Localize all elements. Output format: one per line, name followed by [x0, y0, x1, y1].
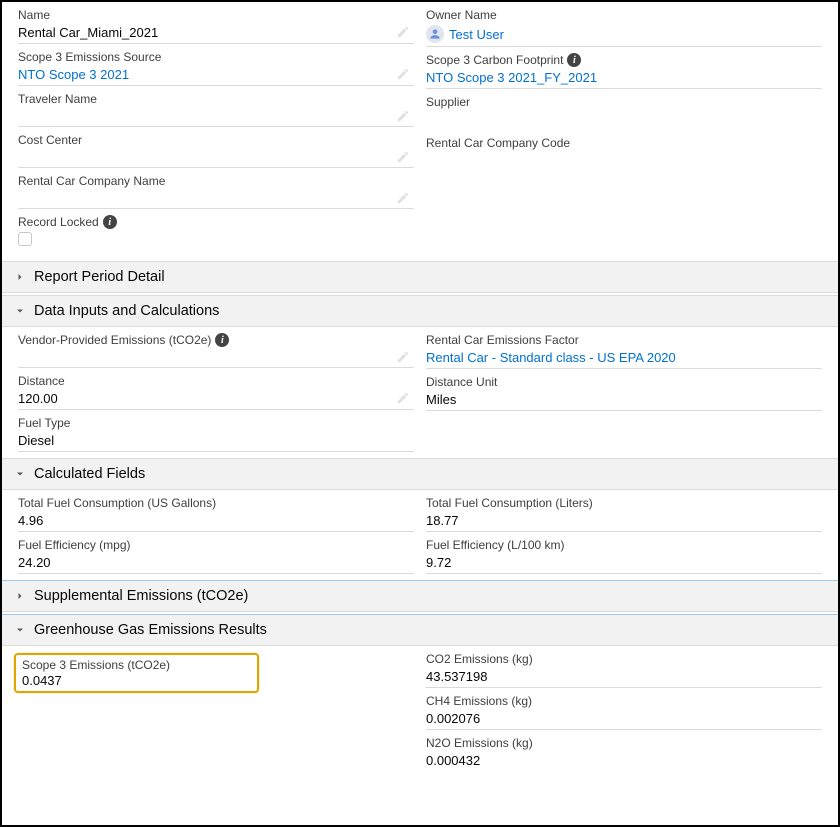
scope3-emissions-value: 0.0437	[22, 673, 251, 688]
field-fuel-type: Fuel Type Diesel	[18, 414, 414, 452]
field-record-locked: Record Locked i	[18, 213, 414, 255]
info-icon[interactable]: i	[103, 215, 117, 229]
vendor-emissions-label: Vendor-Provided Emissions (tCO2e) i	[18, 331, 414, 348]
scope3-emissions-label: Scope 3 Emissions (tCO2e)	[22, 658, 251, 673]
distance-value[interactable]: 120.00	[18, 389, 414, 410]
info-icon[interactable]: i	[215, 333, 229, 347]
edit-icon[interactable]	[396, 67, 410, 81]
field-company-name: Rental Car Company Name	[18, 172, 414, 209]
section-title: Data Inputs and Calculations	[34, 303, 219, 319]
scope3-source-label: Scope 3 Emissions Source	[18, 48, 414, 65]
avatar-icon	[426, 25, 444, 43]
field-n2o-emissions: N2O Emissions (kg) 0.000432	[426, 734, 822, 771]
company-code-label: Rental Car Company Code	[426, 134, 822, 151]
record-locked-label: Record Locked i	[18, 213, 414, 230]
fuel-liters-value: 18.77	[426, 511, 822, 532]
section-data-inputs[interactable]: Data Inputs and Calculations	[2, 295, 838, 327]
company-name-value[interactable]	[18, 189, 414, 209]
name-label: Name	[18, 6, 414, 23]
fuel-mpg-label: Fuel Efficiency (mpg)	[18, 536, 414, 553]
cost-center-label: Cost Center	[18, 131, 414, 148]
field-owner: Owner Name Test User	[426, 6, 822, 47]
section-report-period[interactable]: Report Period Detail	[2, 261, 838, 293]
scope3-source-value[interactable]: NTO Scope 3 2021	[18, 65, 414, 86]
record-locked-checkbox[interactable]	[18, 232, 32, 246]
field-ch4-emissions: CH4 Emissions (kg) 0.002076	[426, 692, 822, 730]
chevron-down-icon	[14, 305, 26, 317]
ch4-emissions-value: 0.002076	[426, 709, 822, 730]
edit-icon[interactable]	[396, 25, 410, 39]
section-title: Greenhouse Gas Emissions Results	[34, 622, 267, 638]
distance-unit-label: Distance Unit	[426, 373, 822, 390]
fuel-l100-label: Fuel Efficiency (L/100 km)	[426, 536, 822, 553]
field-supplier: Supplier	[426, 93, 822, 130]
traveler-label: Traveler Name	[18, 90, 414, 107]
section-title: Supplemental Emissions (tCO2e)	[34, 588, 248, 604]
fuel-mpg-value: 24.20	[18, 553, 414, 574]
chevron-right-icon	[14, 271, 26, 283]
emissions-factor-label: Rental Car Emissions Factor	[426, 331, 822, 348]
owner-label: Owner Name	[426, 6, 822, 23]
co2-emissions-label: CO2 Emissions (kg)	[426, 650, 822, 667]
fuel-liters-label: Total Fuel Consumption (Liters)	[426, 494, 822, 511]
fuel-gallons-value: 4.96	[18, 511, 414, 532]
field-emissions-factor: Rental Car Emissions Factor Rental Car -…	[426, 331, 822, 369]
co2-emissions-value: 43.537198	[426, 667, 822, 688]
field-distance-unit: Distance Unit Miles	[426, 373, 822, 411]
edit-icon[interactable]	[396, 150, 410, 164]
fuel-gallons-label: Total Fuel Consumption (US Gallons)	[18, 494, 414, 511]
field-scope3-fp: Scope 3 Carbon Footprint i NTO Scope 3 2…	[426, 51, 822, 89]
supplier-value[interactable]	[426, 110, 822, 130]
scope3-fp-value[interactable]: NTO Scope 3 2021_FY_2021	[426, 68, 822, 89]
edit-icon[interactable]	[396, 391, 410, 405]
supplier-label: Supplier	[426, 93, 822, 110]
vendor-emissions-value[interactable]	[18, 348, 414, 368]
field-company-code: Rental Car Company Code	[426, 134, 822, 171]
section-title: Report Period Detail	[34, 269, 165, 285]
owner-link[interactable]: Test User	[449, 27, 504, 42]
field-scope3-source: Scope 3 Emissions Source NTO Scope 3 202…	[18, 48, 414, 86]
field-vendor-emissions: Vendor-Provided Emissions (tCO2e) i	[18, 331, 414, 368]
field-distance: Distance 120.00	[18, 372, 414, 410]
ch4-emissions-label: CH4 Emissions (kg)	[426, 692, 822, 709]
field-co2-emissions: CO2 Emissions (kg) 43.537198	[426, 650, 822, 688]
scope3-fp-label: Scope 3 Carbon Footprint i	[426, 51, 822, 68]
section-title: Calculated Fields	[34, 466, 145, 482]
edit-icon[interactable]	[396, 191, 410, 205]
edit-icon[interactable]	[396, 350, 410, 364]
info-icon[interactable]: i	[567, 53, 581, 67]
field-cost-center: Cost Center	[18, 131, 414, 168]
traveler-value[interactable]	[18, 107, 414, 127]
company-code-value[interactable]	[426, 151, 822, 171]
name-value[interactable]: Rental Car_Miami_2021	[18, 23, 414, 44]
section-ghg-results[interactable]: Greenhouse Gas Emissions Results	[2, 614, 838, 646]
field-fuel-gallons: Total Fuel Consumption (US Gallons) 4.96	[18, 494, 414, 532]
scope3-source-link[interactable]: NTO Scope 3 2021	[18, 67, 129, 82]
emissions-factor-link[interactable]: Rental Car - Standard class - US EPA 202…	[426, 350, 676, 365]
company-name-label: Rental Car Company Name	[18, 172, 414, 189]
n2o-emissions-value: 0.000432	[426, 751, 822, 771]
section-supplemental[interactable]: Supplemental Emissions (tCO2e)	[2, 580, 838, 612]
scope3-emissions-highlight: Scope 3 Emissions (tCO2e) 0.0437	[14, 653, 259, 693]
edit-icon[interactable]	[396, 109, 410, 123]
fuel-type-value[interactable]: Diesel	[18, 431, 414, 452]
field-traveler: Traveler Name	[18, 90, 414, 127]
fuel-l100-value: 9.72	[426, 553, 822, 574]
n2o-emissions-label: N2O Emissions (kg)	[426, 734, 822, 751]
chevron-right-icon	[14, 590, 26, 602]
section-calculated-fields[interactable]: Calculated Fields	[2, 458, 838, 490]
chevron-down-icon	[14, 468, 26, 480]
chevron-down-icon	[14, 624, 26, 636]
fuel-type-label: Fuel Type	[18, 414, 414, 431]
emissions-factor-value[interactable]: Rental Car - Standard class - US EPA 202…	[426, 348, 822, 369]
distance-unit-value[interactable]: Miles	[426, 390, 822, 411]
scope3-fp-link[interactable]: NTO Scope 3 2021_FY_2021	[426, 70, 597, 85]
distance-label: Distance	[18, 372, 414, 389]
owner-value[interactable]: Test User	[426, 23, 822, 47]
cost-center-value[interactable]	[18, 148, 414, 168]
field-fuel-liters: Total Fuel Consumption (Liters) 18.77	[426, 494, 822, 532]
field-fuel-l100: Fuel Efficiency (L/100 km) 9.72	[426, 536, 822, 574]
field-fuel-mpg: Fuel Efficiency (mpg) 24.20	[18, 536, 414, 574]
field-name: Name Rental Car_Miami_2021	[18, 6, 414, 44]
